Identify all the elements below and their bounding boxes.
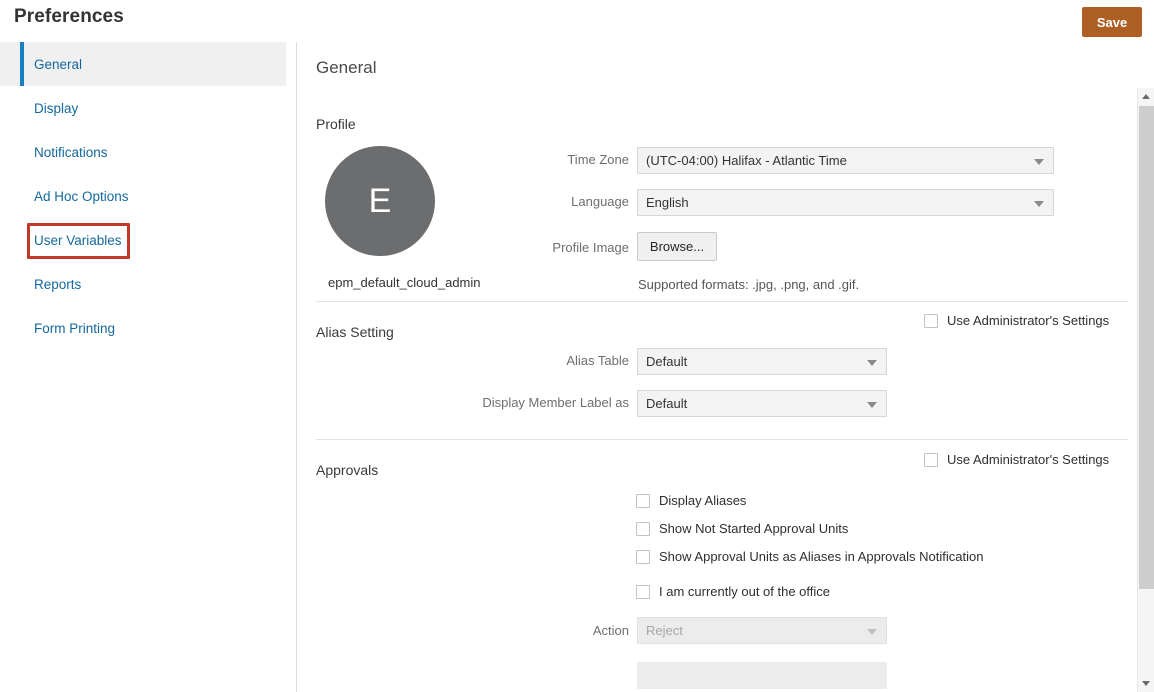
checkbox-label: I am currently out of the office xyxy=(659,584,830,599)
action-value: Reject xyxy=(646,623,683,638)
approvals-use-admin-settings-label: Use Administrator's Settings xyxy=(947,452,1109,467)
checkbox-box xyxy=(636,550,650,564)
avatar-initial: E xyxy=(369,182,392,221)
time-zone-select[interactable]: (UTC-04:00) Halifax - Atlantic Time xyxy=(637,147,1054,174)
time-zone-value: (UTC-04:00) Halifax - Atlantic Time xyxy=(646,153,847,168)
approvals-heading: Approvals xyxy=(316,462,378,478)
checkbox-box xyxy=(924,453,938,467)
avatar: E xyxy=(325,146,435,256)
chevron-down-icon xyxy=(1034,201,1044,207)
checkbox-label: Show Not Started Approval Units xyxy=(659,521,848,536)
sidebar-item-reports[interactable]: Reports xyxy=(0,262,286,306)
chevron-down-icon xyxy=(867,402,877,408)
section-title: General xyxy=(316,58,376,78)
sidebar-item-user-variables[interactable]: User Variables xyxy=(0,218,286,262)
checkbox-box xyxy=(636,585,650,599)
sidebar-item-notifications[interactable]: Notifications xyxy=(0,130,286,174)
scroll-up-button[interactable] xyxy=(1138,88,1154,105)
preferences-page: Preferences Save General Display Notific… xyxy=(0,0,1154,692)
language-value: English xyxy=(646,195,689,210)
checkbox-show-approval-units-as-aliases[interactable]: Show Approval Units as Aliases in Approv… xyxy=(636,549,983,564)
vertical-scrollbar[interactable] xyxy=(1137,88,1154,692)
supported-formats-hint: Supported formats: .jpg, .png, and .gif. xyxy=(638,277,859,292)
language-select[interactable]: English xyxy=(637,189,1054,216)
preferences-scroll-area: Profile E epm_default_cloud_admin Time Z… xyxy=(297,90,1130,692)
sidebar-item-label: User Variables xyxy=(34,233,122,248)
approvals-secondary-field[interactable] xyxy=(637,662,887,689)
main-content: General Profile E epm_default_cloud_admi… xyxy=(297,42,1154,692)
time-zone-label: Time Zone xyxy=(477,152,629,167)
display-member-label-as-label: Display Member Label as xyxy=(431,395,629,410)
sidebar-item-label: Form Printing xyxy=(34,321,115,336)
sidebar-item-label: Ad Hoc Options xyxy=(34,189,129,204)
sidebar-item-label: Display xyxy=(34,101,78,116)
sidebar-item-label: Notifications xyxy=(34,145,108,160)
browse-button[interactable]: Browse... xyxy=(637,232,717,261)
alias-table-value: Default xyxy=(646,354,687,369)
action-label: Action xyxy=(477,623,629,638)
chevron-up-icon xyxy=(1142,94,1150,99)
save-button[interactable]: Save xyxy=(1082,7,1142,37)
divider-alias xyxy=(316,439,1128,440)
sidebar-nav: General Display Notifications Ad Hoc Opt… xyxy=(0,42,286,692)
profile-image-label: Profile Image xyxy=(477,240,629,255)
alias-table-label: Alias Table xyxy=(477,353,629,368)
sidebar-item-label: General xyxy=(34,57,82,72)
display-member-label-as-select[interactable]: Default xyxy=(637,390,887,417)
alias-use-admin-settings-label: Use Administrator's Settings xyxy=(947,313,1109,328)
avatar-username: epm_default_cloud_admin xyxy=(328,275,481,290)
chevron-down-icon xyxy=(867,629,877,635)
sidebar-item-form-printing[interactable]: Form Printing xyxy=(0,306,286,350)
sidebar-item-ad-hoc-options[interactable]: Ad Hoc Options xyxy=(0,174,286,218)
chevron-down-icon xyxy=(867,360,877,366)
checkbox-out-of-office[interactable]: I am currently out of the office xyxy=(636,584,830,599)
scroll-down-button[interactable] xyxy=(1138,675,1154,692)
chevron-down-icon xyxy=(1034,159,1044,165)
scrollbar-thumb[interactable] xyxy=(1139,106,1154,589)
checkbox-box xyxy=(636,494,650,508)
profile-heading: Profile xyxy=(316,116,356,132)
language-label: Language xyxy=(477,194,629,209)
alias-table-select[interactable]: Default xyxy=(637,348,887,375)
chevron-down-icon xyxy=(1142,681,1150,686)
checkbox-show-not-started-approval-units[interactable]: Show Not Started Approval Units xyxy=(636,521,848,536)
divider-profile xyxy=(316,301,1128,302)
sidebar-item-display[interactable]: Display xyxy=(0,86,286,130)
sidebar-item-general[interactable]: General xyxy=(0,42,286,86)
checkbox-display-aliases[interactable]: Display Aliases xyxy=(636,493,746,508)
display-member-label-as-value: Default xyxy=(646,396,687,411)
action-select[interactable]: Reject xyxy=(637,617,887,644)
page-header: Preferences Save xyxy=(0,0,1154,37)
alias-setting-heading: Alias Setting xyxy=(316,324,394,340)
checkbox-label: Show Approval Units as Aliases in Approv… xyxy=(659,549,983,564)
checkbox-box xyxy=(636,522,650,536)
alias-use-admin-settings-checkbox[interactable]: Use Administrator's Settings xyxy=(924,313,1109,328)
approvals-use-admin-settings-checkbox[interactable]: Use Administrator's Settings xyxy=(924,452,1109,467)
sidebar-item-label: Reports xyxy=(34,277,81,292)
page-title: Preferences xyxy=(14,6,124,28)
checkbox-box xyxy=(924,314,938,328)
checkbox-label: Display Aliases xyxy=(659,493,746,508)
